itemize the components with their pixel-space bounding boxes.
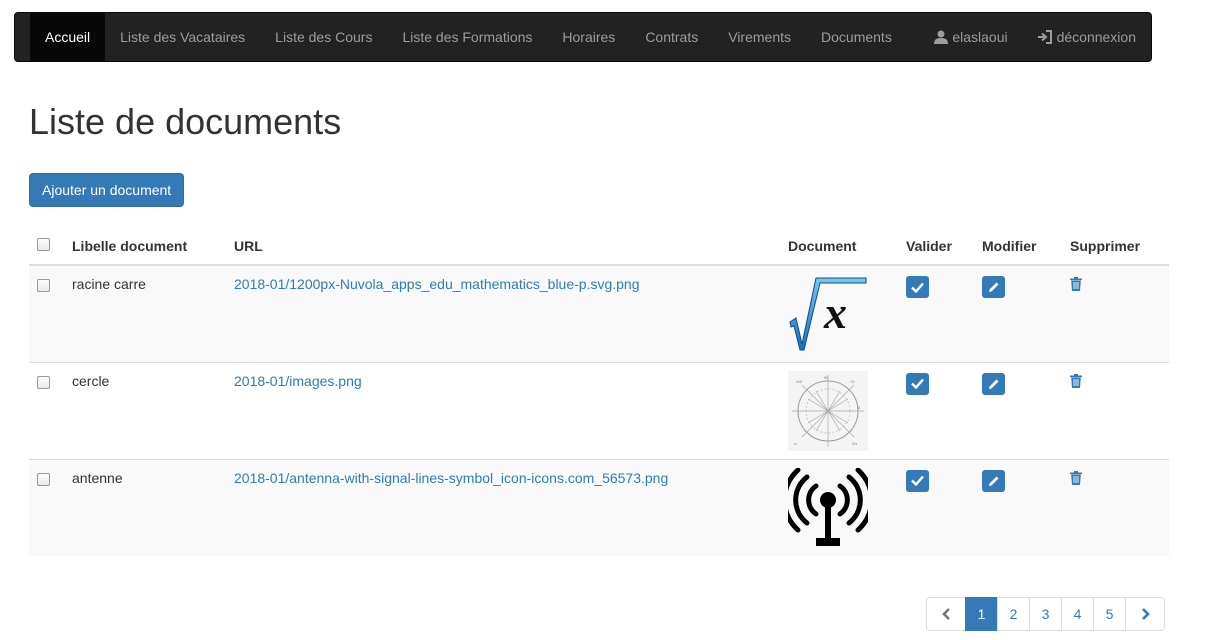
svg-text:2π: 2π [852,441,857,446]
row-libelle: cercle [64,361,226,459]
validate-button[interactable] [906,372,929,395]
row-libelle: antenne [64,458,226,556]
svg-text:π: π [794,441,797,446]
check-icon [911,282,924,293]
nav-contrats[interactable]: Contrats [630,13,713,61]
pagination-page-5[interactable]: 5 [1093,597,1126,631]
row-checkbox[interactable] [37,279,50,292]
table-row: antenne 2018-01/antenna-with-signal-line… [29,458,1169,556]
header-libelle: Libelle document [64,228,226,266]
row-checkbox[interactable] [37,375,50,389]
delete-button[interactable] [1070,277,1082,294]
log-in-icon [1037,30,1052,44]
page-title: Liste de documents [29,101,342,142]
trash-icon [1070,373,1082,388]
trash-icon [1070,470,1082,485]
svg-text:π/2: π/2 [796,379,803,384]
row-checkbox[interactable] [37,472,50,486]
nav-liste-formations[interactable]: Liste des Formations [387,13,547,61]
pencil-icon [988,476,998,486]
table-row: cercle 2018-01/images.png √3 π/2 2π π 0 90 [29,361,1169,459]
validate-button[interactable] [906,469,929,492]
edit-button[interactable] [982,469,1005,492]
pagination-next[interactable] [1125,597,1165,631]
pagination: 1 2 3 4 5 [926,597,1165,631]
pagination-page-2[interactable]: 2 [997,597,1030,631]
row-url-link[interactable]: 2018-01/1200px-Nuvola_apps_edu_mathemati… [234,276,640,292]
chevron-left-icon [941,608,950,620]
pagination-prev[interactable] [926,597,966,631]
pagination-page-3[interactable]: 3 [1029,597,1062,631]
header-supprimer: Supprimer [1062,228,1169,266]
nav-horaires[interactable]: Horaires [547,13,630,61]
documents-table: Libelle document URL Document Valider Mo… [29,228,1169,556]
top-navbar: Accueil Liste des Vacataires Liste des C… [14,12,1152,62]
delete-button[interactable] [1070,373,1082,391]
header-url: URL [226,228,780,266]
pencil-icon [988,379,998,389]
user-name: elaslaoui [952,29,1008,45]
header-modifier: Modifier [974,228,1062,266]
chevron-right-icon [1141,608,1150,620]
trash-icon [1070,277,1082,291]
unit-circle-image: √3π/22ππ 090 [788,370,868,451]
header-valider: Valider [898,228,974,266]
logout-label: déconnexion [1056,29,1136,45]
svg-text:√3: √3 [850,379,855,384]
nav-virements[interactable]: Virements [713,13,806,61]
select-all-checkbox[interactable] [37,238,50,251]
edit-button[interactable] [982,276,1005,298]
nav-liste-vacataires[interactable]: Liste des Vacataires [105,13,260,61]
nav-accueil[interactable]: Accueil [30,13,106,61]
nav-documents[interactable]: Documents [806,13,907,61]
svg-text:90: 90 [824,375,829,380]
delete-button[interactable] [1070,470,1082,488]
table-row: racine carre 2018-01/1200px-Nuvola_apps_… [29,264,1169,362]
edit-button[interactable] [982,372,1005,395]
validate-button[interactable] [906,276,929,298]
nav-liste-cours[interactable]: Liste des Cours [260,13,387,61]
header-document: Document [780,228,898,266]
pagination-page-1[interactable]: 1 [965,597,998,631]
svg-text:x: x [823,287,847,338]
user-icon [934,30,949,44]
antenna-signal-icon [788,467,868,546]
row-url-link[interactable]: 2018-01/images.png [234,373,362,389]
row-url-link[interactable]: 2018-01/antenna-with-signal-lines-symbol… [234,470,668,486]
square-root-x-icon: x [789,277,867,351]
add-document-button[interactable]: Ajouter un document [29,173,185,207]
pagination-page-4[interactable]: 4 [1061,597,1094,631]
nav-user[interactable]: elaslaoui [919,13,1022,61]
pencil-icon [988,282,998,292]
nav-logout[interactable]: déconnexion [1023,13,1151,61]
check-icon [911,475,924,486]
check-icon [911,378,924,389]
row-libelle: racine carre [64,264,226,362]
table-header-row: Libelle document URL Document Valider Mo… [29,228,1169,266]
